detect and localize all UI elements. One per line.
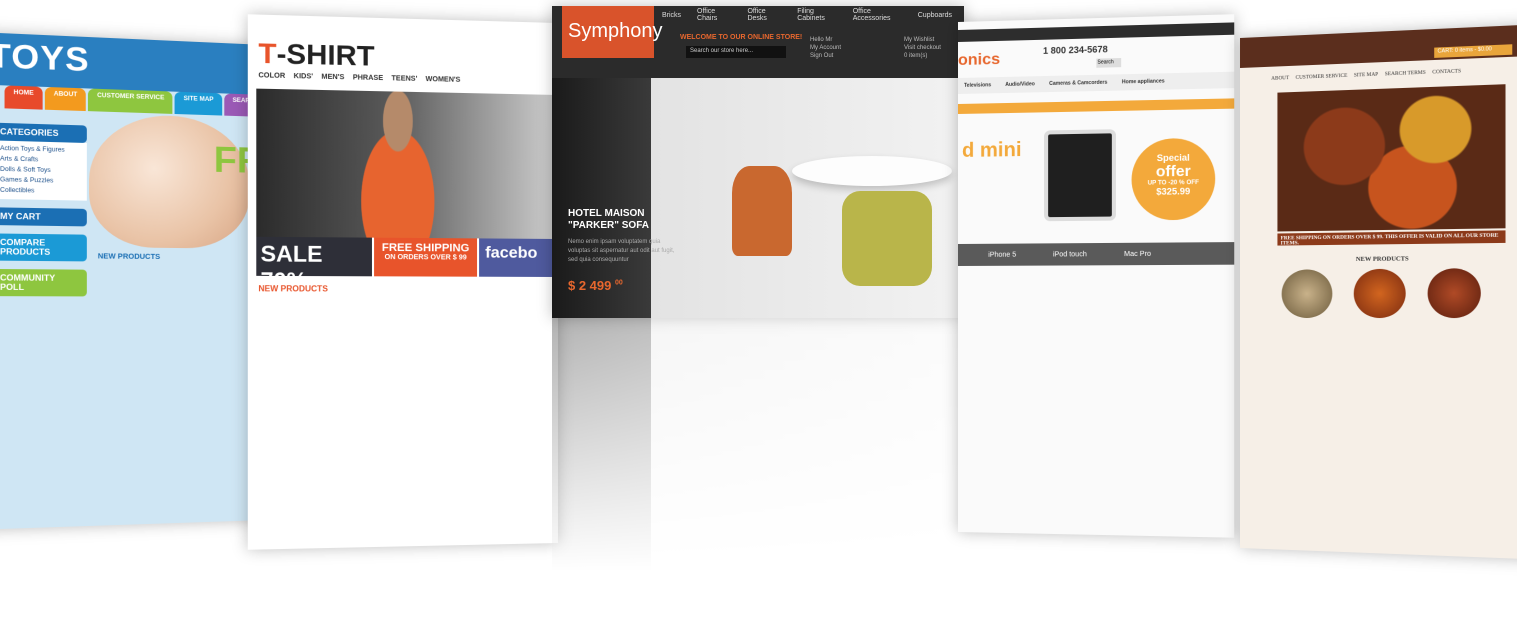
spices-hero-image: [1277, 84, 1506, 232]
tshirt-menu-item[interactable]: PHRASE: [353, 74, 383, 82]
toys-category-list: Action Toys & Figures Arts & Crafts Doll…: [0, 140, 87, 201]
symphony-nav-item[interactable]: Office Desks: [747, 8, 781, 22]
toys-nav-site-map[interactable]: SITE MAP: [175, 91, 222, 116]
electronics-topbar: [958, 22, 1235, 42]
tshirt-facebook-banner[interactable]: facebo: [479, 238, 558, 277]
electronics-theme-screenshot: onics 1 800 234-5678 Search Televisions …: [958, 14, 1235, 538]
spices-nav-item[interactable]: SITE MAP: [1354, 73, 1378, 79]
symphony-nav-item[interactable]: Cupboards: [918, 12, 952, 19]
toys-nav-customer-service[interactable]: CUSTOMER SERVICE: [88, 88, 173, 114]
electronics-tab[interactable]: iPhone 5: [988, 251, 1016, 258]
symphony-theme-screenshot: Symphony Bricks Office Chairs Office Des…: [552, 6, 964, 318]
symphony-reflection: [552, 318, 964, 618]
tshirt-hero-banner: [256, 88, 558, 239]
toys-compare-title: COMPARE PRODUCTS: [0, 233, 87, 262]
toys-theme-screenshot: TOYS HOME ABOUT CUSTOMER SERVICE SITE MA…: [0, 32, 267, 530]
symphony-search-input[interactable]: Search our store here...: [686, 46, 786, 58]
symphony-top-nav: Bricks Office Chairs Office Desks Filing…: [662, 6, 964, 24]
symphony-product-desc: Nemo enim ipsam voluptatem quia voluptas…: [568, 239, 675, 263]
electronics-shipping-strip: [958, 98, 1235, 114]
spices-free-shipping-bar: FREE SHIPPING ON ORDERS OVER $ 99. THIS …: [1277, 230, 1506, 247]
symphony-cart-links: My Wishlist Visit checkout 0 item(s): [904, 37, 941, 59]
tshirt-menu-item[interactable]: TEENS': [391, 75, 417, 83]
tshirt-menu-item[interactable]: WOMEN'S: [426, 76, 461, 84]
tshirt-free-shipping-banner[interactable]: FREE SHIPPING ON ORDERS OVER $ 99: [374, 237, 478, 277]
toys-nav-about[interactable]: ABOUT: [44, 86, 87, 112]
toys-community-title: COMMUNITY POLL: [0, 268, 87, 297]
electronics-phone: 1 800 234-5678: [1043, 44, 1108, 56]
tshirt-menu: COLOR KIDS' MEN'S PHRASE TEENS' WOMEN'S: [258, 72, 460, 84]
spices-new-products: NEW PRODUCTS: [1355, 256, 1409, 263]
toys-my-cart-title: MY CART: [0, 207, 87, 227]
symphony-product-title: HOTEL MAISON "PARKER" SOFA: [568, 208, 649, 231]
toys-categories-title: CATEGORIES: [0, 122, 87, 144]
tshirt-new-products: NEW PRODUCTS: [258, 284, 328, 294]
spices-theme-screenshot: CART: 0 items - $0.00 ABOUT CUSTOMER SER…: [1240, 24, 1517, 560]
spices-product-image[interactable]: [1427, 268, 1481, 319]
symphony-yellow-chair-image: [842, 191, 932, 286]
spices-nav: ABOUT CUSTOMER SERVICE SITE MAP SEARCH T…: [1271, 69, 1461, 82]
tshirt-menu-item[interactable]: COLOR: [258, 72, 285, 80]
tshirt-menu-item[interactable]: MEN'S: [321, 74, 344, 82]
tshirt-model-image: [340, 90, 455, 239]
electronics-offer-badge[interactable]: Special offer UP TO -20 % OFF $325.99: [1131, 137, 1216, 221]
toys-new-products: NEW PRODUCTS: [97, 253, 161, 262]
electronics-logo: onics: [958, 50, 1001, 69]
tshirt-menu-item[interactable]: KIDS': [294, 73, 313, 81]
spices-nav-item[interactable]: ABOUT: [1271, 76, 1289, 82]
electronics-nav-item[interactable]: Home appliances: [1122, 78, 1165, 85]
symphony-nav-item[interactable]: Filing Cabinets: [797, 8, 837, 22]
symphony-welcome: WELCOME TO OUR ONLINE STORE!: [680, 34, 803, 41]
spices-product-image[interactable]: [1281, 269, 1333, 319]
electronics-nav: Televisions Audio/Video Cameras & Camcor…: [958, 71, 1235, 94]
electronics-nav-item[interactable]: Audio/Video: [1005, 81, 1035, 88]
symphony-logo: Symphony: [562, 6, 663, 58]
spices-product-image[interactable]: [1353, 268, 1406, 319]
tshirt-logo: T-SHIRT: [258, 37, 375, 72]
spices-nav-item[interactable]: CONTACTS: [1432, 69, 1461, 75]
electronics-ipad-image: [1044, 129, 1116, 222]
electronics-product-tabs: iPhone 5 iPod touch Mac Pro: [958, 242, 1235, 266]
symphony-nav-item[interactable]: Office Chairs: [697, 8, 731, 22]
spices-nav-item[interactable]: CUSTOMER SERVICE: [1296, 74, 1348, 81]
toys-logo: TOYS: [0, 36, 90, 79]
electronics-tab[interactable]: Mac Pro: [1124, 250, 1151, 257]
toys-category-item[interactable]: Collectibles: [0, 185, 80, 197]
symphony-orange-chair-image: [732, 166, 792, 256]
electronics-nav-item[interactable]: Televisions: [964, 82, 991, 89]
electronics-headline: d mini: [962, 138, 1022, 162]
tshirt-theme-screenshot: T-SHIRT COLOR KIDS' MEN'S PHRASE TEENS' …: [247, 14, 558, 550]
tshirt-sale-banner[interactable]: SALE 70%: [256, 236, 372, 293]
electronics-search-button[interactable]: Search: [1096, 58, 1122, 68]
spices-nav-item[interactable]: SEARCH TERMS: [1385, 71, 1426, 78]
showcase-stage: TOYS HOME ABOUT CUSTOMER SERVICE SITE MA…: [0, 0, 1517, 632]
symphony-table-image: [792, 156, 952, 186]
electronics-nav-item[interactable]: Cameras & Camcorders: [1049, 80, 1107, 87]
symphony-account-links: Hello Mr My Account Sign Out: [810, 37, 842, 59]
symphony-price: $ 2 499 00: [568, 278, 623, 293]
electronics-tab[interactable]: iPod touch: [1053, 251, 1087, 258]
symphony-nav-item[interactable]: Bricks: [662, 12, 681, 19]
toys-nav-home[interactable]: HOME: [4, 85, 43, 110]
symphony-nav-item[interactable]: Office Accessories: [853, 8, 902, 22]
toys-sidebar: CATEGORIES Action Toys & Figures Arts & …: [0, 114, 87, 297]
